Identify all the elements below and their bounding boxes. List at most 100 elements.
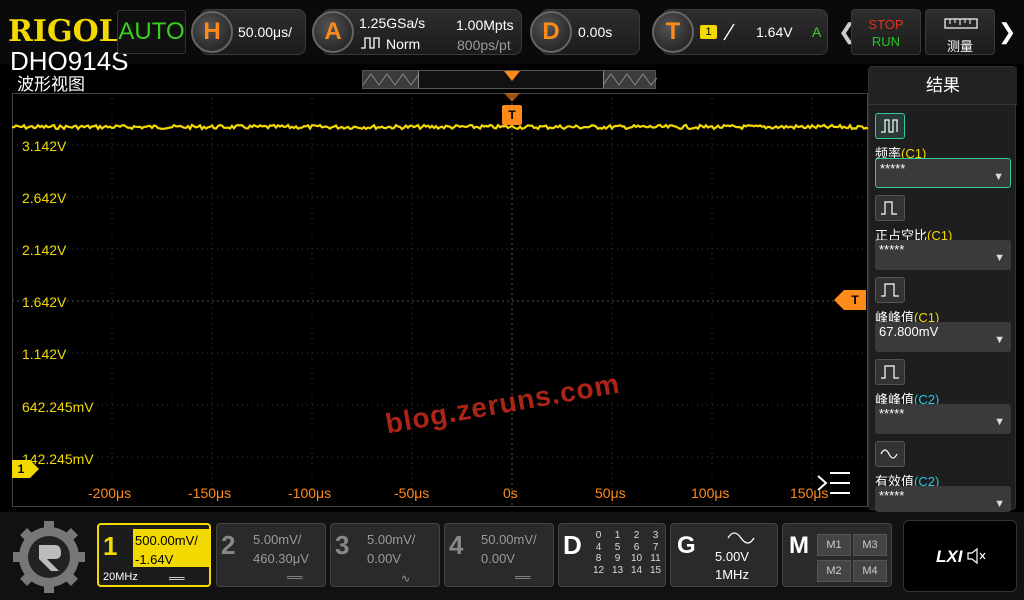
home-gear-icon[interactable] [10,520,88,594]
math-m1-button[interactable]: M1 [817,534,851,556]
top-bar: RIGOL DHO914S AUTO H 50.00μs/ A 1.25GSa/… [0,0,1024,76]
channel-number: 4 [449,530,464,560]
results-panel: 结果 频率(C1) ***** ▼ 正占空比(C1) ***** ▼ 峰峰值(C1)… [868,66,1017,512]
digital-bits-grid: 0123 4567 8 9 10 11 12 13 14 15 [592,530,662,576]
dropdown-icon[interactable]: ▼ [993,167,1004,187]
results-title: 结果 [869,67,1017,105]
waveform-graticule[interactable]: 3.142V 2.642V 2.142V 1.642V 1.142V 642.2… [12,93,868,507]
measurement-value: 67.800mV [879,324,939,339]
generator-key: G [677,532,696,559]
peak-to-peak-icon [875,359,905,385]
channel-4-box[interactable]: 4 50.00mV/ 0.00V ══ [444,523,554,587]
waveform-view-title: 波形视图 [17,75,85,94]
frequency-icon [875,113,905,139]
rms-icon [875,441,905,467]
x-label: -100μs [288,485,332,501]
trigger-level: 1.64V [756,24,793,40]
run-stop-button[interactable]: STOP RUN [851,9,921,55]
dropdown-icon[interactable]: ▼ [994,494,1005,514]
measurement-item[interactable]: 峰峰值(C1) 67.800mV ▼ [875,277,1011,352]
channel-number: 1 [103,531,118,561]
y-label: 2.142V [22,242,67,258]
menu-icon[interactable] [816,470,852,501]
math-key: M [789,532,809,559]
generator-box[interactable]: G 5.00V 1MHz [670,523,778,587]
math-m4-button[interactable]: M4 [853,560,887,582]
memory-overview-bar[interactable] [362,70,657,89]
trigger-level-label: T [844,290,866,310]
dc-coupling-icon: ══ [287,572,303,584]
measurement-value: ***** [880,161,906,176]
stop-label: STOP [868,17,904,32]
generator-frequency: 1MHz [715,567,749,582]
y-label: 3.142V [22,138,67,154]
x-label: 0s [503,485,518,501]
run-controls: ❮ STOP RUN 测量 ❯ [834,9,1024,55]
channel-offset: -1.64V [135,552,174,567]
channel-offset: 0.00V [367,551,401,566]
measurement-item[interactable]: 有效值(C2) ***** ▼ [875,441,1011,512]
generator-amplitude: 5.00V [715,549,749,564]
memory-depth: 1.00Mpts [456,17,514,33]
bottom-bar: 1 500.00mV/ -1.64V 20MHz ══ 2 5.00mV/ 46… [0,512,1024,600]
math-m2-button[interactable]: M2 [817,560,851,582]
channel-number: 2 [221,530,236,560]
acquire-key[interactable]: A [312,11,354,53]
grid-lines [12,93,868,507]
dropdown-icon[interactable]: ▼ [994,330,1005,350]
dc-coupling-icon: ══ [169,573,185,585]
rising-edge-icon [722,22,738,47]
delay-key[interactable]: D [530,11,572,53]
duty-cycle-icon [875,195,905,221]
channel-2-box[interactable]: 2 5.00mV/ 460.30μV ══ [216,523,326,587]
channel-1-box[interactable]: 1 500.00mV/ -1.64V 20MHz ══ [97,523,211,587]
channel-scale: 5.00mV/ [367,532,416,547]
x-label: 50μs [595,485,626,501]
measure-button[interactable]: 测量 [925,9,995,55]
sine-wave-icon [727,530,755,551]
time-per-point: 800ps/pt [457,37,511,53]
speaker-muted-icon[interactable] [966,547,986,570]
lxi-icon[interactable]: LXI [936,547,962,567]
ch1-offset-marker[interactable]: 1 [12,460,42,478]
trigger-position-marker[interactable]: T [502,105,522,125]
math-m3-button[interactable]: M3 [853,534,887,556]
x-label: -150μs [188,485,232,501]
delay-value: 0.00s [578,24,613,40]
measurement-value: ***** [879,242,905,257]
y-label: 1.142V [22,346,67,362]
trigger-key[interactable]: T [652,11,694,53]
measurement-item[interactable]: 峰峰值(C2) ***** ▼ [875,359,1011,434]
norm-waveform-icon [360,36,382,55]
trigger-position-outline [504,93,520,102]
math-box[interactable]: M M1 M3 M2 M4 [782,523,892,587]
timebase-value: 50.00μs/ [238,24,292,40]
channel-offset: 0.00V [481,551,515,566]
digital-key: D [563,530,582,560]
channel-3-box[interactable]: 3 5.00mV/ 0.00V ∿ [330,523,440,587]
trigger-level-marker[interactable]: T [834,290,866,310]
channel-scale: 5.00mV/ [253,532,302,547]
trigger-mode-button[interactable]: AUTO [117,10,186,54]
y-label: 1.642V [22,294,67,310]
chevron-right-icon[interactable]: ❯ [998,19,1016,45]
sample-rate: 1.25GSa/s [359,15,426,31]
x-label: 100μs [691,485,730,501]
digital-channels-box[interactable]: D 0123 4567 8 9 10 11 12 13 14 15 [558,523,666,587]
x-label: -200μs [88,485,132,501]
measurement-item[interactable]: 频率(C1) ***** ▼ [875,113,1011,188]
horizontal-key[interactable]: H [191,11,233,53]
bandwidth-limit: 20MHz [103,571,138,583]
run-label: RUN [871,34,901,49]
ch1-trace [12,123,868,131]
dropdown-icon[interactable]: ▼ [994,412,1005,432]
dropdown-icon[interactable]: ▼ [994,248,1005,268]
channel-offset: 460.30μV [253,551,309,566]
channel-scale: 50.00mV/ [481,532,537,547]
x-label: -50μs [394,485,430,501]
acquire-mode: Norm [386,36,421,52]
trigger-status: A [812,24,822,40]
measurement-value: ***** [879,406,905,421]
measurement-item[interactable]: 正占空比(C1) ***** ▼ [875,195,1011,270]
y-label: 2.642V [22,190,67,206]
